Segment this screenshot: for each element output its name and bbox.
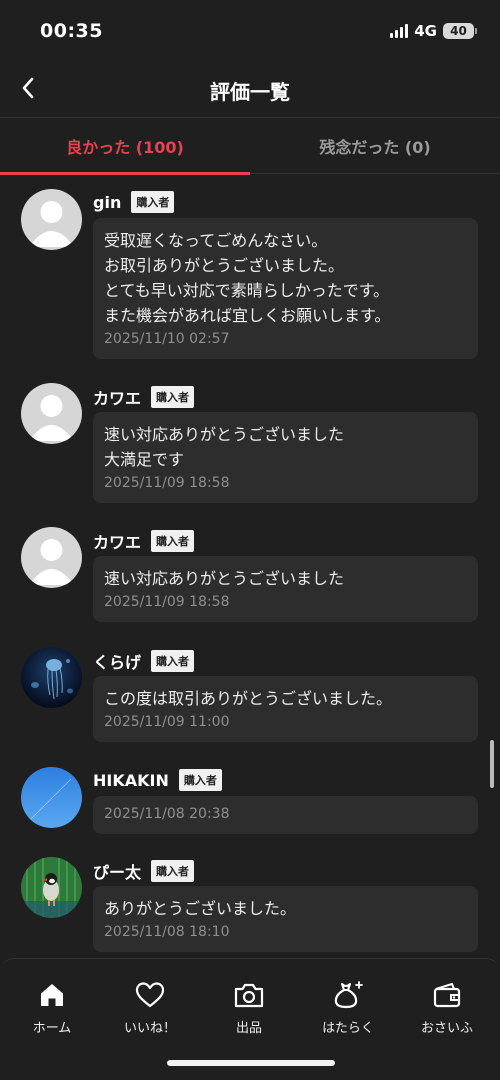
review-comment: 速い対応ありがとうございました bbox=[104, 569, 345, 588]
network-type: 4G bbox=[414, 22, 437, 40]
review-bubble: 2025/11/08 20:38 bbox=[93, 796, 478, 834]
status-time: 00:35 bbox=[40, 20, 103, 42]
nav-wallet[interactable]: おさいふ bbox=[397, 979, 497, 1036]
nav-label: はたらく bbox=[322, 1021, 374, 1036]
avatar[interactable] bbox=[21, 647, 82, 708]
signal-icon bbox=[390, 24, 409, 38]
review-date: 2025/11/08 18:10 bbox=[104, 924, 230, 940]
buyer-badge: 購入者 bbox=[131, 191, 175, 213]
nav-likes[interactable]: いいね！ bbox=[100, 979, 200, 1036]
review-date: 2025/11/09 11:00 bbox=[104, 714, 230, 730]
reviewer-name[interactable]: カワエ bbox=[93, 385, 141, 409]
jellyfish-photo-icon bbox=[21, 647, 82, 708]
reviewer-name[interactable]: HIKAKIN bbox=[93, 771, 169, 790]
review-bubble: 速い対応ありがとうございました 大満足です 2025/11/09 18:58 bbox=[93, 412, 478, 503]
review-date: 2025/11/08 20:38 bbox=[104, 806, 230, 822]
home-indicator bbox=[167, 1060, 335, 1066]
default-avatar-icon bbox=[29, 539, 74, 585]
avatar[interactable] bbox=[21, 383, 82, 444]
default-avatar-icon bbox=[29, 201, 74, 247]
buyer-badge: 購入者 bbox=[151, 650, 195, 672]
tab-bad[interactable]: 残念だった (0) bbox=[250, 118, 500, 174]
status-indicators: 4G 40 bbox=[390, 22, 477, 40]
avatar[interactable] bbox=[21, 189, 82, 250]
avatar[interactable] bbox=[21, 857, 82, 918]
avatar[interactable] bbox=[21, 527, 82, 588]
heart-icon bbox=[134, 979, 166, 1011]
nav-label: おさいふ bbox=[420, 1021, 473, 1036]
nav-sell[interactable]: 出品 bbox=[199, 979, 299, 1036]
reviewer-name[interactable]: カワエ bbox=[93, 529, 141, 553]
nav-label: 出品 bbox=[235, 1021, 262, 1036]
tab-bar: 良かった (100) 残念だった (0) bbox=[0, 117, 500, 175]
buyer-badge: 購入者 bbox=[151, 530, 195, 552]
review-bubble: この度は取引ありがとうございました。 2025/11/09 11:00 bbox=[93, 676, 478, 742]
review-comment: 受取遅くなってごめんなさい。 お取引ありがとうございました。 とても早い対応で素… bbox=[104, 231, 391, 325]
header: 評価一覧 bbox=[0, 64, 500, 116]
review-date: 2025/11/09 18:58 bbox=[104, 475, 230, 491]
tab-good[interactable]: 良かった (100) bbox=[0, 118, 250, 175]
buyer-badge: 購入者 bbox=[151, 860, 195, 882]
review-date: 2025/11/09 18:58 bbox=[104, 594, 230, 610]
status-bar: 00:35 4G 40 bbox=[0, 0, 500, 64]
camera-icon bbox=[233, 979, 265, 1011]
nav-label: ホーム bbox=[32, 1021, 72, 1036]
nav-home[interactable]: ホーム bbox=[2, 979, 102, 1036]
sky-photo-icon bbox=[21, 767, 82, 828]
nav-work[interactable]: はたらく bbox=[298, 979, 398, 1036]
money-bag-icon bbox=[332, 979, 364, 1011]
scrollbar[interactable] bbox=[490, 740, 494, 788]
review-comment: この度は取引ありがとうございました。 bbox=[104, 689, 393, 708]
avatar[interactable] bbox=[21, 767, 82, 828]
reviewer-name[interactable]: ぴー太 bbox=[93, 859, 141, 883]
battery-icon: 40 bbox=[443, 23, 477, 39]
review-bubble: 速い対応ありがとうございました 2025/11/09 18:58 bbox=[93, 556, 478, 622]
buyer-badge: 購入者 bbox=[151, 386, 195, 408]
review-bubble: ありがとうございました。 2025/11/08 18:10 bbox=[93, 886, 478, 952]
buyer-badge: 購入者 bbox=[178, 769, 222, 791]
review-date: 2025/11/10 02:57 bbox=[104, 331, 230, 347]
home-icon bbox=[36, 979, 68, 1011]
review-bubble: 受取遅くなってごめんなさい。 お取引ありがとうございました。 とても早い対応で素… bbox=[93, 218, 478, 359]
review-comment: ありがとうございました。 bbox=[104, 899, 297, 918]
wallet-icon bbox=[431, 979, 463, 1011]
reviewer-name[interactable]: くらげ bbox=[93, 649, 141, 673]
default-avatar-icon bbox=[29, 395, 74, 441]
review-comment: 速い対応ありがとうございました 大満足です bbox=[104, 425, 345, 469]
reviewer-name[interactable]: gin bbox=[93, 193, 121, 212]
bird-photo-icon bbox=[21, 857, 82, 918]
page-title: 評価一覧 bbox=[210, 80, 290, 104]
nav-label: いいね！ bbox=[123, 1021, 176, 1036]
